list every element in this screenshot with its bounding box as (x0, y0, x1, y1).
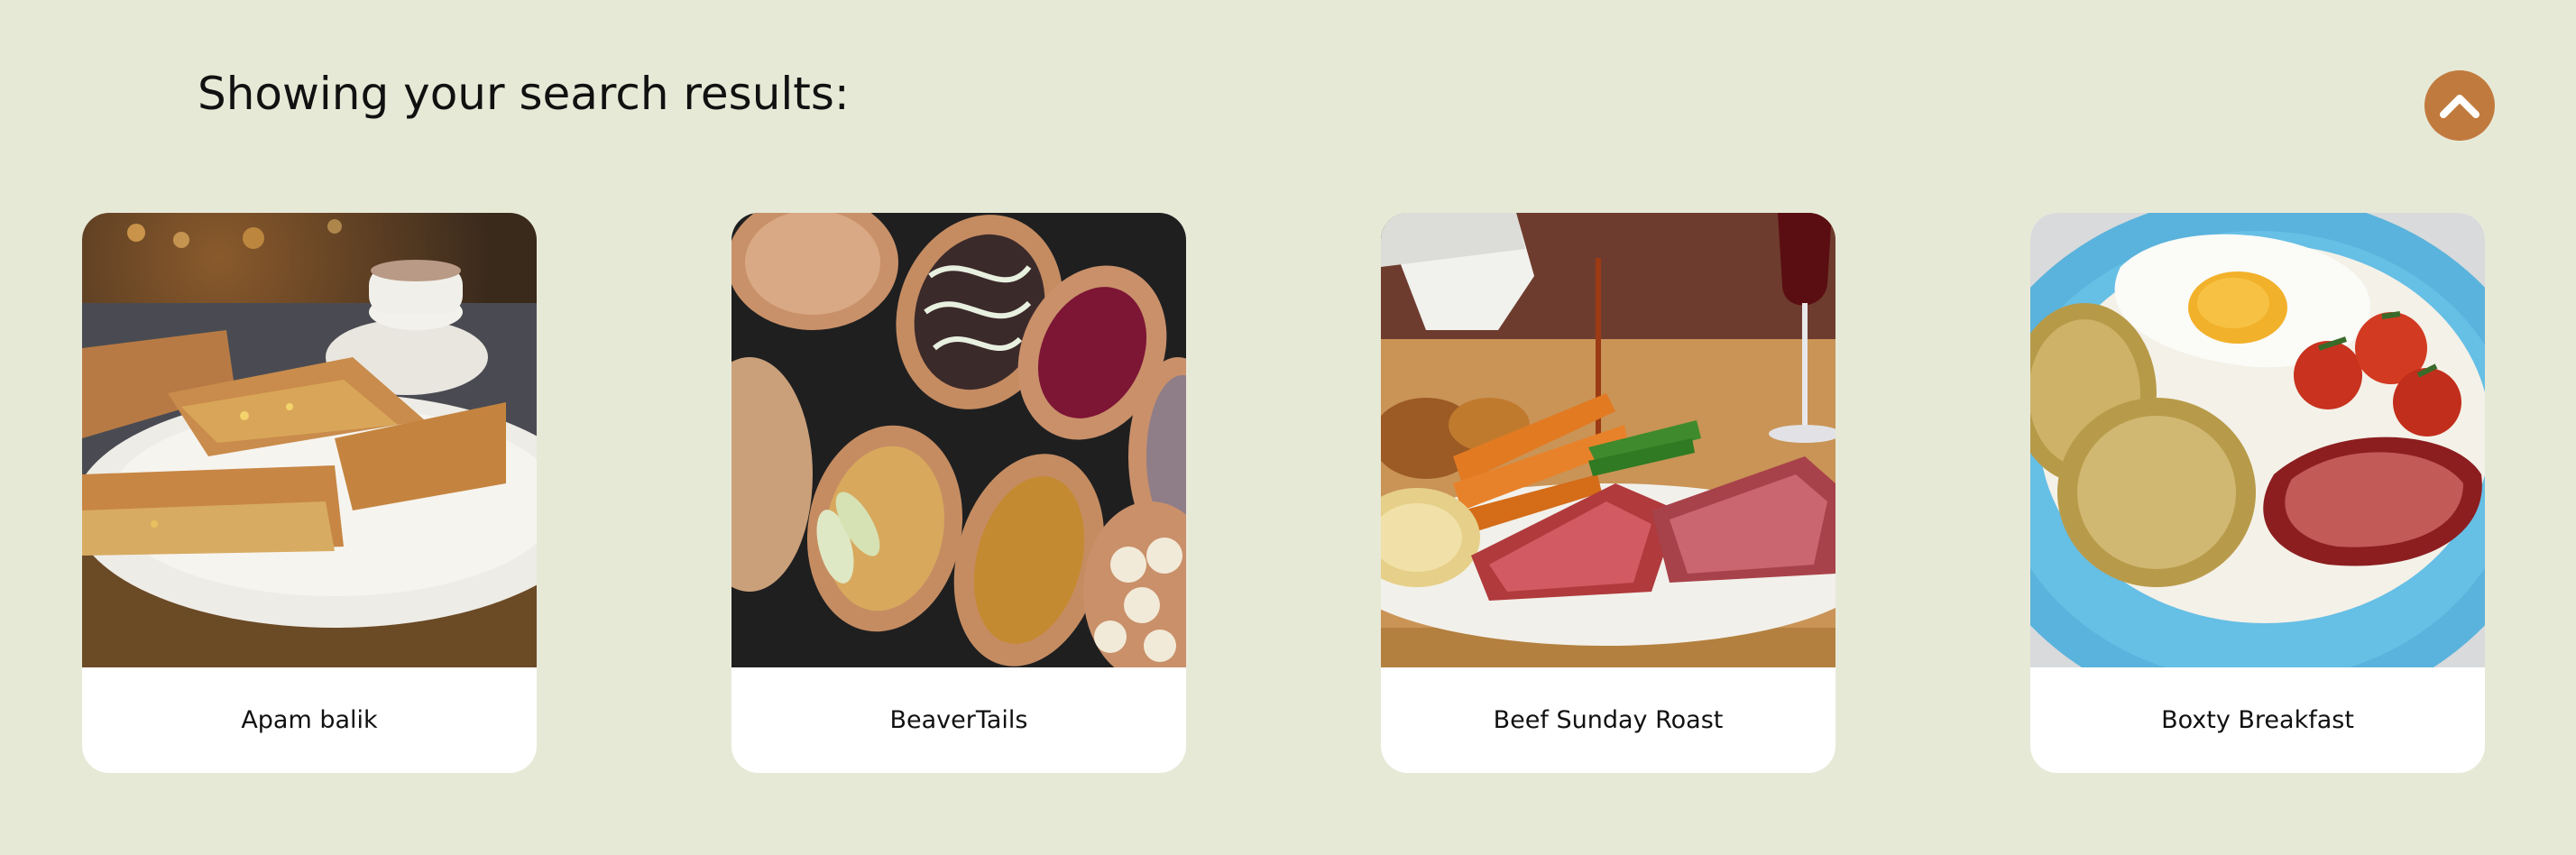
result-card[interactable]: Apam balik (82, 213, 537, 773)
result-image (731, 213, 1186, 667)
result-card[interactable]: BeaverTails (731, 213, 1186, 773)
page-title: Showing your search results: (198, 68, 850, 120)
result-name: Boxty Breakfast (2161, 706, 2354, 734)
chevron-up-icon (2440, 95, 2479, 118)
result-card[interactable]: Beef Sunday Roast (1381, 213, 1835, 773)
result-image (82, 213, 537, 667)
scroll-to-top-button[interactable] (2424, 70, 2495, 141)
result-name: Apam balik (241, 706, 378, 734)
result-image (2030, 213, 2485, 667)
result-card[interactable]: Boxty Breakfast (2030, 213, 2485, 773)
result-name: BeaverTails (889, 706, 1028, 734)
results-grid: Apam balik BeaverTails Beef Sunday Roast… (82, 213, 2485, 773)
result-image (1381, 213, 1835, 667)
result-name: Beef Sunday Roast (1493, 706, 1724, 734)
search-results-page: Showing your search results: Apam balik … (0, 0, 2576, 855)
